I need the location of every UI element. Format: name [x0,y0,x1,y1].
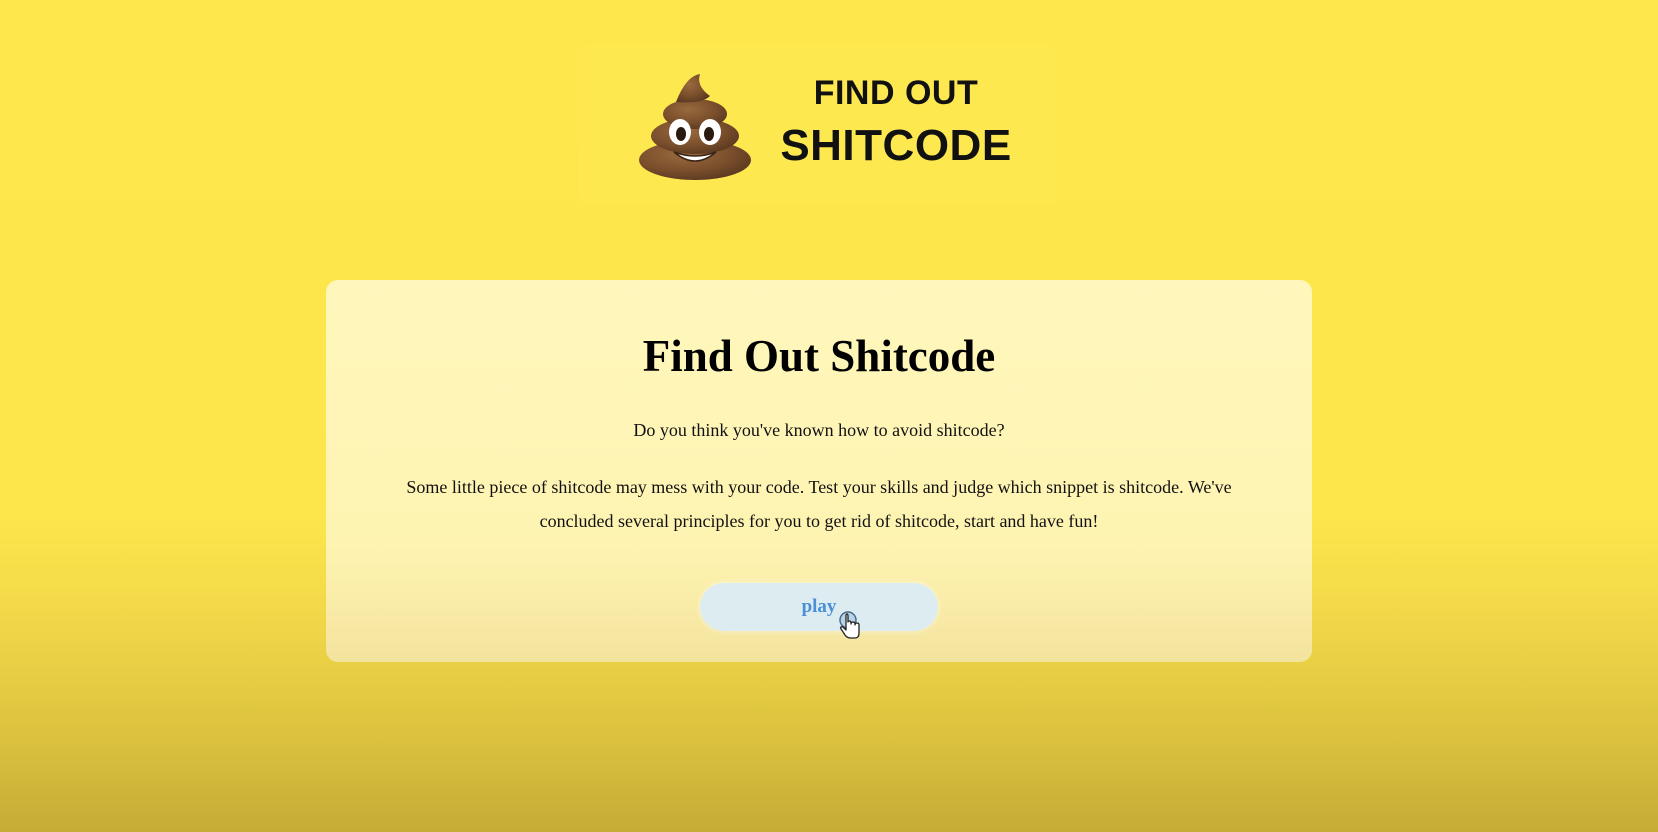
logo-line-shitcode: SHITCODE [780,121,1012,170]
intro-card: Find Out Shitcode Do you think you've kn… [326,280,1312,662]
poop-emoji-icon [639,74,751,180]
site-logo[interactable]: FIND OUT SHITCODE [578,44,1056,204]
intro-description: Some little piece of shitcode may mess w… [406,477,1232,531]
logo-text: FIND OUT SHITCODE [766,72,1026,168]
play-button[interactable]: play [700,583,938,631]
intro-question: Do you think you've known how to avoid s… [633,420,1005,440]
page-title: Find Out Shitcode [642,331,996,381]
logo-line-find-out: FIND OUT [813,74,979,112]
